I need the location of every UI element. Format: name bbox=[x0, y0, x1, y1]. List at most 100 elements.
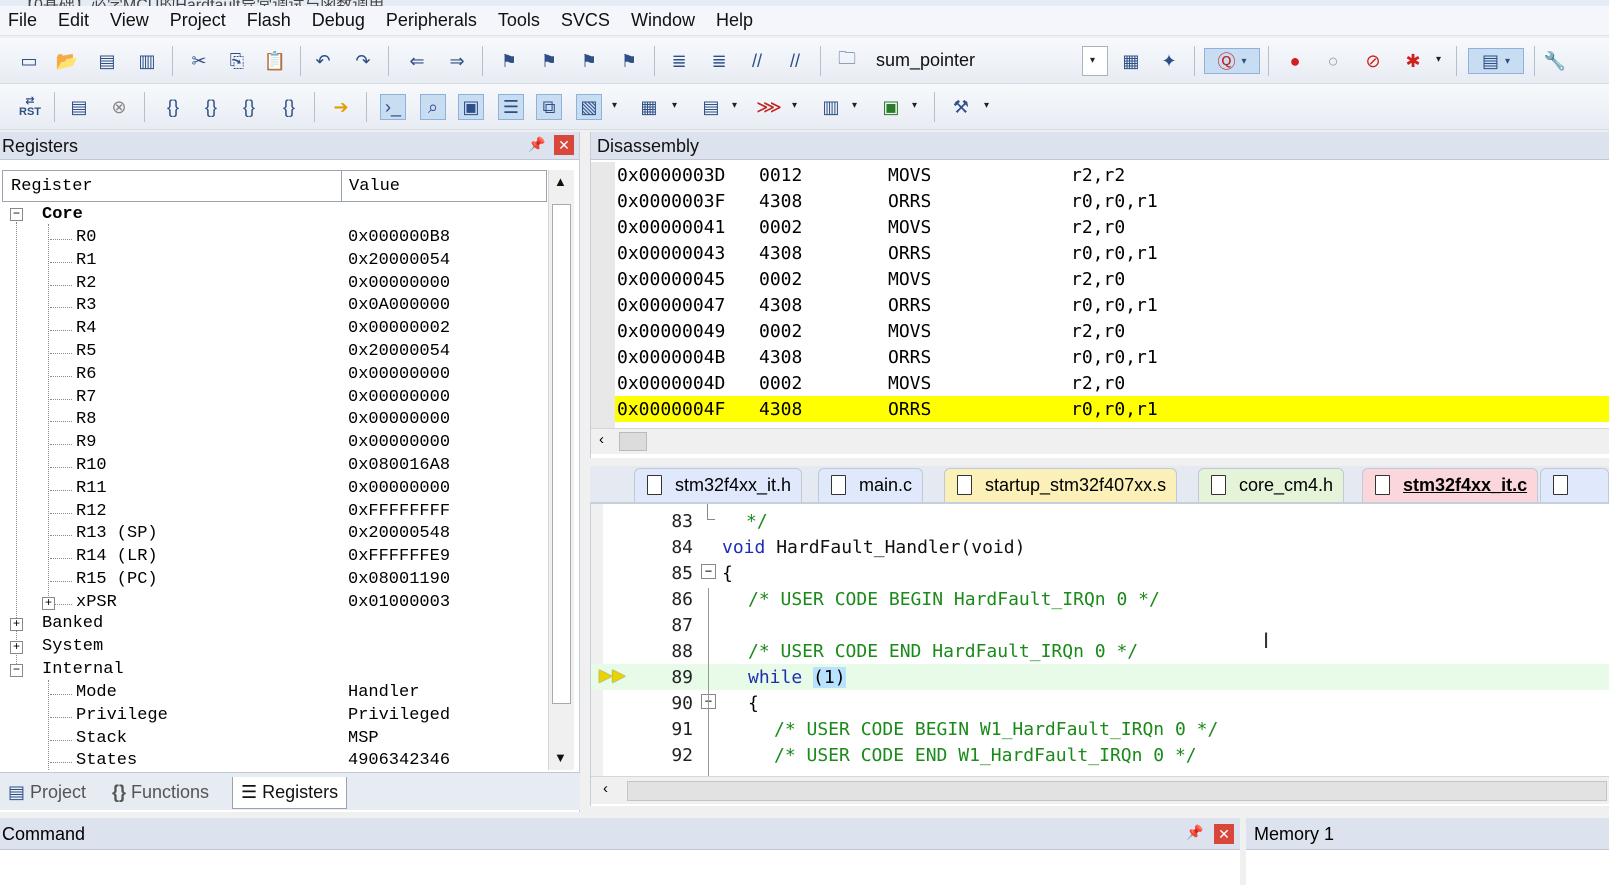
uncomment-icon[interactable]: // bbox=[782, 48, 808, 74]
show-next-statement-icon[interactable]: ➔ bbox=[328, 94, 354, 120]
register-row[interactable]: R4 0x00000002 bbox=[2, 319, 547, 341]
unindent-icon[interactable]: ≣ bbox=[706, 48, 732, 74]
bookmark-icon[interactable]: ⚑ bbox=[496, 48, 522, 74]
tab-main-c[interactable]: main.c bbox=[818, 468, 924, 502]
enable-breakpoint-icon[interactable]: ○ bbox=[1320, 48, 1346, 74]
window-layout-icon[interactable]: ▤ ▾ bbox=[1468, 48, 1524, 74]
register-row[interactable]: R10 0x080016A8 bbox=[2, 456, 547, 478]
step-over-icon[interactable]: {} bbox=[198, 94, 224, 120]
menu-debug[interactable]: Debug bbox=[304, 10, 378, 31]
target-name[interactable]: sum_pointer bbox=[876, 50, 975, 71]
column-value[interactable]: Value bbox=[349, 177, 400, 196]
menu-file[interactable]: File bbox=[0, 10, 50, 31]
select-packs-icon[interactable]: ✦ bbox=[1156, 48, 1182, 74]
tree-group-system[interactable]: System bbox=[2, 637, 547, 659]
register-value[interactable]: 0x01000003 bbox=[348, 593, 450, 612]
expand-xpsr-icon[interactable]: + bbox=[42, 596, 55, 610]
register-value[interactable]: 0xFFFFFFFF bbox=[348, 502, 450, 521]
tab-stm32f4xx-it-h[interactable]: stm32f4xx_it.h bbox=[634, 468, 803, 502]
toolbox-icon[interactable]: ⚒ bbox=[948, 94, 974, 120]
disassembly-window-icon[interactable]: ⌕ bbox=[420, 94, 446, 120]
register-row[interactable]: R11 0x00000000 bbox=[2, 479, 547, 501]
disassembly-row[interactable]: 0x00000043 4308 ORRS r0,r0,r1 bbox=[615, 240, 1609, 266]
registers-window-icon[interactable]: ☰ bbox=[498, 94, 524, 120]
register-row[interactable]: xPSR 0x01000003 + bbox=[2, 593, 547, 615]
tab-stm32f4xx-it-c[interactable]: stm32f4xx_it.c bbox=[1362, 468, 1539, 502]
tab-registers[interactable]: ☰ Registers bbox=[232, 777, 348, 809]
code-line[interactable]: 86 /* USER CODE BEGIN HardFault_IRQn 0 */ bbox=[591, 586, 1609, 612]
code-line[interactable]: 87 bbox=[591, 612, 1609, 638]
tab-functions[interactable]: {} Functions bbox=[104, 777, 217, 809]
manage-components-icon[interactable]: ▦ bbox=[1118, 48, 1144, 74]
scrollbar-thumb[interactable] bbox=[627, 781, 1607, 801]
register-value[interactable]: 0x080016A8 bbox=[348, 456, 450, 475]
tab-overflow[interactable] bbox=[1540, 468, 1609, 502]
stop-icon[interactable]: ⊗ bbox=[106, 94, 132, 120]
tree-group-banked[interactable]: Banked bbox=[2, 614, 547, 636]
menu-svcs[interactable]: SVCS bbox=[553, 10, 623, 31]
column-register[interactable]: Register bbox=[11, 177, 93, 196]
internal-register-row[interactable]: Stack MSP bbox=[2, 729, 547, 751]
register-value[interactable]: 0x00000002 bbox=[348, 319, 450, 338]
register-row[interactable]: R6 0x00000000 bbox=[2, 365, 547, 387]
paste-icon[interactable]: 📋 bbox=[262, 48, 288, 74]
tree-group-core[interactable]: Core bbox=[2, 205, 547, 227]
register-row[interactable]: R15 (PC) 0x08001190 bbox=[2, 570, 547, 592]
code-line[interactable]: 83 */ bbox=[591, 504, 1609, 534]
menu-peripherals[interactable]: Peripherals bbox=[378, 10, 490, 31]
register-value[interactable]: 0x00000000 bbox=[348, 410, 450, 429]
register-row[interactable]: R7 0x00000000 bbox=[2, 388, 547, 410]
disassembly-row[interactable]: 0x00000045 0002 MOVS r2,r0 bbox=[615, 266, 1609, 292]
editor-hscrollbar[interactable]: ‹ bbox=[591, 776, 1609, 804]
code-line[interactable]: 84 void HardFault_Handler(void) bbox=[591, 534, 1609, 560]
serial-window-icon[interactable]: ▤ bbox=[698, 94, 724, 120]
code-line[interactable]: 90{− bbox=[591, 690, 1609, 716]
register-row[interactable]: R8 0x00000000 bbox=[2, 410, 547, 432]
code-line[interactable]: 88 /* USER CODE END HardFault_IRQn 0 */ bbox=[591, 638, 1609, 664]
tab-startup-stm32f407xx-s[interactable]: startup_stm32f407xx.s bbox=[944, 468, 1178, 502]
disassembly-row[interactable]: 0x0000004D 0002 MOVS r2,r0 bbox=[615, 370, 1609, 396]
pin-icon[interactable]: 📌 bbox=[528, 136, 545, 153]
internal-register-row[interactable]: States 4906342346 bbox=[2, 751, 547, 770]
save-icon[interactable]: ▤ bbox=[94, 48, 120, 74]
code-line[interactable]: 85 {− bbox=[591, 560, 1609, 586]
code-line[interactable]: 91 /* USER CODE BEGIN W1_HardFault_IRQn 0… bbox=[591, 716, 1609, 742]
menu-view[interactable]: View bbox=[102, 10, 162, 31]
register-row[interactable]: R13 (SP) 0x20000548 bbox=[2, 524, 547, 546]
indent-icon[interactable]: ≣ bbox=[666, 48, 692, 74]
menu-help[interactable]: Help bbox=[708, 10, 766, 31]
register-value[interactable]: 0x20000054 bbox=[348, 342, 450, 361]
step-into-icon[interactable]: {} bbox=[160, 94, 186, 120]
code-line[interactable]: 92 /* USER CODE END W1_HardFault_IRQn 0 *… bbox=[591, 742, 1609, 768]
register-value[interactable]: 0x08001190 bbox=[348, 570, 450, 589]
disassembly-row[interactable]: 0x0000003D 0012 MOVS r2,r2 bbox=[615, 162, 1609, 188]
register-value[interactable]: 0x0A000000 bbox=[348, 296, 450, 315]
internal-register-row[interactable]: Mode Handler bbox=[2, 683, 547, 705]
tab-core-cm4-h[interactable]: core_cm4.h bbox=[1198, 468, 1345, 502]
register-row[interactable]: R1 0x20000054 bbox=[2, 251, 547, 273]
register-row[interactable]: R9 0x00000000 bbox=[2, 433, 547, 455]
insert-breakpoint-icon[interactable]: ● bbox=[1282, 48, 1308, 74]
call-stack-window-icon[interactable]: ⧉ bbox=[536, 94, 562, 120]
register-value[interactable]: 0x00000000 bbox=[348, 479, 450, 498]
new-file-icon[interactable]: ▭ bbox=[16, 48, 42, 74]
save-all-icon[interactable]: ▥ bbox=[134, 48, 160, 74]
register-value[interactable]: 0x00000000 bbox=[348, 433, 450, 452]
code-editor[interactable]: 83 */84 void HardFault_Handler(void) 85{−86… bbox=[590, 504, 1609, 806]
step-out-icon[interactable]: {} bbox=[236, 94, 262, 120]
clear-bookmarks-icon[interactable]: ⚑ bbox=[616, 48, 642, 74]
pin-icon[interactable]: 📌 bbox=[1186, 824, 1203, 841]
menu-flash[interactable]: Flash bbox=[239, 10, 304, 31]
menu-edit[interactable]: Edit bbox=[50, 10, 102, 31]
disassembly-row[interactable]: 0x0000003F 4308 ORRS r0,r0,r1 bbox=[615, 188, 1609, 214]
target-options-icon[interactable]: 🗀 bbox=[834, 48, 860, 74]
trace-window-icon[interactable]: ▥ bbox=[818, 94, 844, 120]
scrollbar-thumb[interactable] bbox=[552, 204, 571, 704]
redo-icon[interactable]: ↷ bbox=[350, 48, 376, 74]
disassembly-row[interactable]: 0x0000004B 4308 ORRS r0,r0,r1 bbox=[615, 344, 1609, 370]
code-line[interactable]: 89 while (1) ▶▶ bbox=[591, 664, 1609, 690]
register-value[interactable]: 0x00000000 bbox=[348, 365, 450, 384]
copy-icon[interactable]: ⎘ bbox=[224, 48, 250, 74]
disassembly-row[interactable]: 0x00000041 0002 MOVS r2,r0 bbox=[615, 214, 1609, 240]
next-bookmark-icon[interactable]: ⚑ bbox=[576, 48, 602, 74]
